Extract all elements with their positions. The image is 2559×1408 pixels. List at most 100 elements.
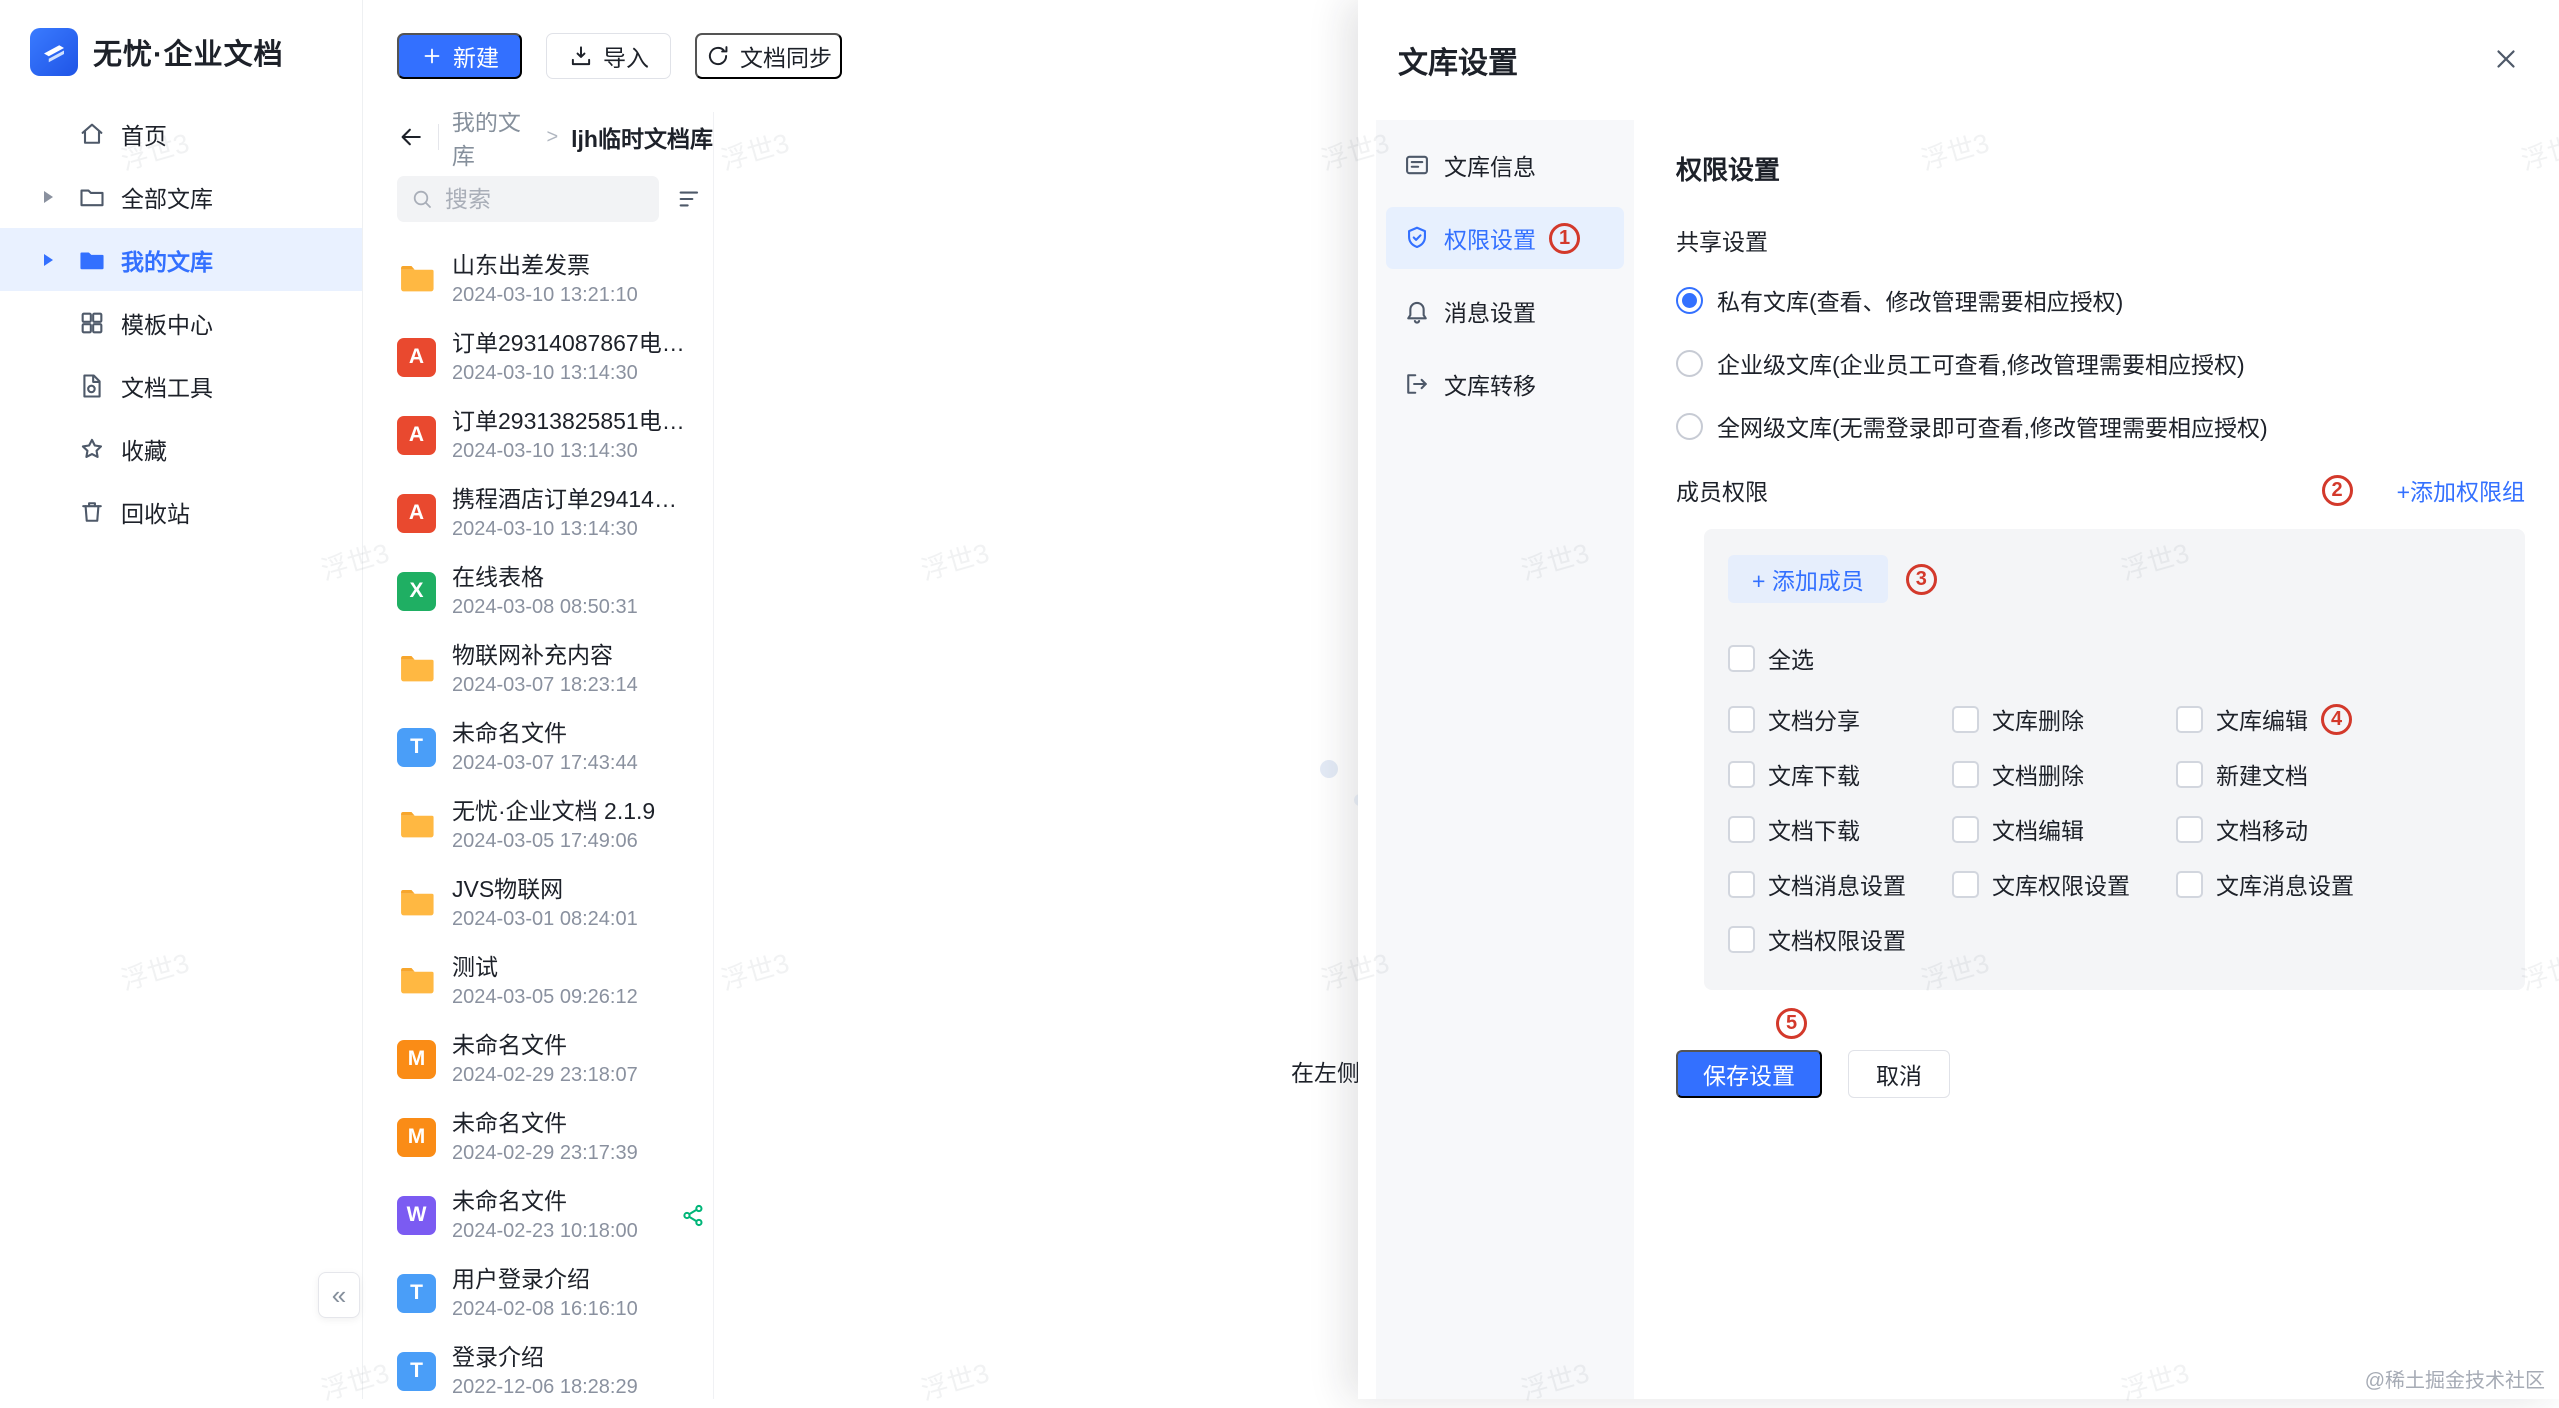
save-settings-button[interactable]: 保存设置 — [1676, 1050, 1822, 1098]
message-icon — [1403, 297, 1431, 325]
sidebar-collapse-button[interactable]: « — [318, 1272, 360, 1318]
permission-checkbox[interactable] — [1728, 926, 1755, 953]
radio-private[interactable] — [1676, 287, 1703, 314]
tools-icon — [78, 372, 106, 400]
back-button[interactable] — [397, 123, 425, 151]
file-row[interactable]: X在线表格2024-03-08 08:50:31 — [397, 552, 713, 630]
permission-item[interactable]: 文档移动 — [2176, 812, 2501, 846]
permission-checkbox[interactable] — [2176, 871, 2203, 898]
permission-item[interactable]: 文库权限设置 — [1952, 867, 2176, 901]
settings-content: 权限设置 共享设置 私有文库(查看、修改管理需要相应授权)企业级文库(企业员工可… — [1634, 120, 2559, 1399]
member-header-actions: 2 +添加权限组 — [2322, 473, 2525, 507]
add-member-button[interactable]: + 添加成员 — [1728, 555, 1888, 603]
search-icon — [410, 187, 434, 211]
file-row[interactable]: T未命名文件2024-03-07 17:43:44 — [397, 708, 713, 786]
permission-item[interactable]: 文档下载 — [1728, 812, 1952, 846]
permission-checkbox[interactable] — [1952, 761, 1979, 788]
permission-checkbox[interactable] — [1728, 706, 1755, 733]
file-row[interactable]: 无忧·企业文档 2.1.92024-03-05 17:49:06 — [397, 786, 713, 864]
permission-label: 文库下载 — [1768, 757, 1860, 791]
breadcrumb-parent[interactable]: 我的文库 — [452, 112, 534, 171]
permission-item[interactable]: 文库编辑4 — [2176, 702, 2501, 736]
permission-item[interactable]: 文库消息设置 — [2176, 867, 2501, 901]
file-row[interactable]: A订单29314087867电…2024-03-10 13:14:30 — [397, 318, 713, 396]
sidebar-item-all-libraries[interactable]: 全部文库 — [0, 165, 362, 228]
permission-item[interactable]: 文档删除 — [1952, 757, 2176, 791]
settings-footer: 5 保存设置 取消 — [1676, 1050, 2525, 1098]
permission-checkbox[interactable] — [2176, 816, 2203, 843]
select-all-row[interactable]: 全选 — [1728, 641, 2501, 675]
caret-right-icon[interactable] — [44, 254, 53, 266]
file-row[interactable]: W未命名文件2024-02-23 10:18:00 — [397, 1176, 713, 1254]
doc-sync-button[interactable]: 文档同步 — [695, 33, 842, 79]
sidebar-item-recycle-bin[interactable]: 回收站 — [0, 480, 362, 543]
radio-enterprise[interactable] — [1676, 350, 1703, 377]
file-row[interactable]: T登录介绍2022-12-06 18:28:29 — [397, 1332, 713, 1399]
caret-right-icon[interactable] — [44, 191, 53, 203]
permission-item[interactable]: 文库删除 — [1952, 702, 2176, 736]
sidebar-item-favorites[interactable]: 收藏 — [0, 417, 362, 480]
doc-sync-label: 文档同步 — [740, 39, 832, 73]
sidebar-item-doc-tools[interactable]: 文档工具 — [0, 354, 362, 417]
search-box[interactable] — [397, 176, 659, 222]
home-icon — [78, 120, 106, 148]
settings-nav-message-settings[interactable]: 消息设置 — [1386, 280, 1624, 342]
permission-grid: 文档分享文库删除文库编辑4 文库下载 文档删除 新建文档文档下载 文档编辑文档移动文档消… — [1728, 702, 2501, 956]
trash-icon — [78, 498, 106, 526]
sidebar-item-template-center[interactable]: 模板中心 — [0, 291, 362, 354]
new-button[interactable]: 新建 — [397, 33, 522, 79]
share-option-enterprise[interactable]: 企业级文库(企业员工可查看,修改管理需要相应授权) — [1676, 346, 2525, 380]
permission-checkbox[interactable] — [1952, 871, 1979, 898]
share-option-label: 私有文库(查看、修改管理需要相应授权) — [1717, 283, 2123, 317]
sort-icon[interactable] — [676, 185, 704, 213]
cancel-button[interactable]: 取消 — [1848, 1050, 1950, 1098]
share-button[interactable] — [680, 1202, 707, 1229]
permission-item[interactable]: 文档消息设置 — [1728, 867, 1952, 901]
settings-nav-library-info[interactable]: 文库信息 — [1386, 134, 1624, 196]
permission-item[interactable]: 文档权限设置 — [1728, 922, 1952, 956]
permission-checkbox[interactable] — [2176, 706, 2203, 733]
search-input[interactable] — [443, 185, 646, 214]
file-row[interactable]: 山东出差发票2024-03-10 13:21:10 — [397, 240, 713, 318]
sidebar-item-home[interactable]: 首页 — [0, 102, 362, 165]
add-permission-group-link[interactable]: +添加权限组 — [2397, 473, 2525, 507]
permission-label: 文档下载 — [1768, 812, 1860, 846]
permission-checkbox[interactable] — [1728, 761, 1755, 788]
file-date: 2024-02-08 16:16:10 — [452, 1298, 638, 1321]
share-option-public[interactable]: 全网级文库(无需登录即可查看,修改管理需要相应授权) — [1676, 409, 2525, 443]
file-row[interactable]: 物联网补充内容2024-03-07 18:23:14 — [397, 630, 713, 708]
file-row[interactable]: M未命名文件2024-02-29 23:17:39 — [397, 1098, 713, 1176]
permission-item[interactable]: 文档分享 — [1728, 702, 1952, 736]
permission-checkbox[interactable] — [1952, 706, 1979, 733]
permission-label: 新建文档 — [2216, 757, 2308, 791]
file-name: 订单29313825851电… — [452, 407, 685, 435]
close-icon — [2491, 44, 2521, 74]
close-icon[interactable] — [2491, 44, 2521, 74]
file-date: 2024-02-29 23:18:07 — [452, 1064, 638, 1087]
permission-checkbox[interactable] — [2176, 761, 2203, 788]
permission-checkbox[interactable] — [1728, 871, 1755, 898]
file-row[interactable]: A携程酒店订单294146…2024-03-10 13:14:30 — [397, 474, 713, 552]
radio-public[interactable] — [1676, 413, 1703, 440]
transfer-icon — [1403, 370, 1431, 398]
permission-item[interactable]: 文库下载 — [1728, 757, 1952, 791]
file-name: 测试 — [452, 953, 638, 981]
file-row[interactable]: M未命名文件2024-02-29 23:18:07 — [397, 1020, 713, 1098]
file-name: 未命名文件 — [452, 1109, 638, 1137]
settings-body: 文库信息权限设置1 消息设置文库转移 权限设置 共享设置 私有文库(查看、修改管理… — [1358, 120, 2559, 1399]
share-option-private[interactable]: 私有文库(查看、修改管理需要相应授权) — [1676, 283, 2525, 317]
settings-nav-library-transfer[interactable]: 文库转移 — [1386, 353, 1624, 415]
file-row[interactable]: JVS物联网2024-03-01 08:24:01 — [397, 864, 713, 942]
file-meta: 未命名文件2024-02-29 23:18:07 — [452, 1031, 638, 1087]
permission-item[interactable]: 新建文档 — [2176, 757, 2501, 791]
permission-item[interactable]: 文档编辑 — [1952, 812, 2176, 846]
file-row[interactable]: T用户登录介绍2024-02-08 16:16:10 — [397, 1254, 713, 1332]
file-row[interactable]: 测试2024-03-05 09:26:12 — [397, 942, 713, 1020]
select-all-checkbox[interactable] — [1728, 645, 1755, 672]
settings-nav-permission-settings[interactable]: 权限设置1 — [1386, 207, 1624, 269]
permission-checkbox[interactable] — [1728, 816, 1755, 843]
file-row[interactable]: A订单29313825851电…2024-03-10 13:14:30 — [397, 396, 713, 474]
permission-checkbox[interactable] — [1952, 816, 1979, 843]
import-button[interactable]: 导入 — [546, 33, 671, 79]
sidebar-item-my-libraries[interactable]: 我的文库 — [0, 228, 362, 291]
